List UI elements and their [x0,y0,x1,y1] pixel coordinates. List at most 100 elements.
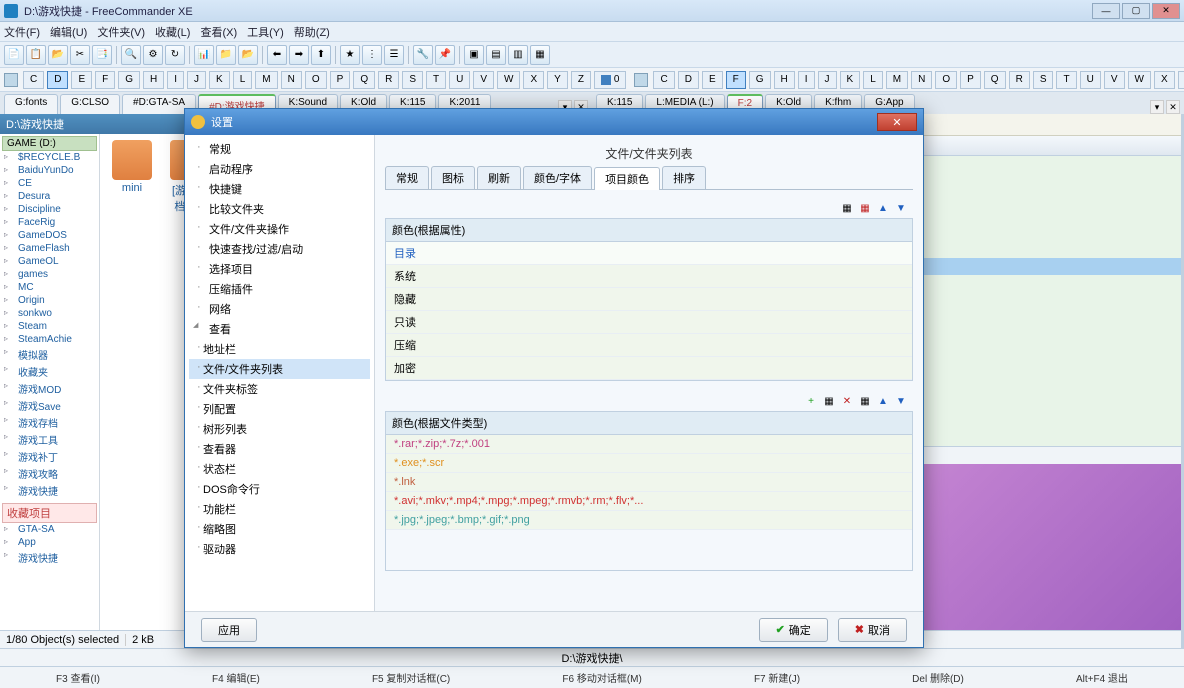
settings-nav-item[interactable]: 列配置 [189,399,370,419]
type-color-row[interactable]: *.avi;*.mkv;*.mp4;*.mpg;*.mpeg;*.rmvb;*.… [386,492,912,511]
drive-button[interactable]: F [95,71,115,89]
tree-item[interactable]: games [2,268,97,281]
tree-item[interactable]: 收藏夹 [2,363,97,380]
drive-button[interactable]: Z [571,71,591,89]
drive-button[interactable]: G [749,71,771,89]
drive-button[interactable]: F [726,71,746,89]
drive-button[interactable]: K [209,71,230,89]
drive-button[interactable]: H [774,71,795,89]
fnkey[interactable]: F7 新建(J) [754,670,800,685]
up-icon[interactable]: ▲ [875,200,891,216]
tree-item[interactable]: 游戏攻略 [2,465,97,482]
toolbar-button[interactable]: ✂ [70,45,90,65]
toolbar-button[interactable]: ▤ [486,45,506,65]
tree-item[interactable]: sonkwo [2,307,97,320]
delete2-icon[interactable]: ✕ [839,393,855,409]
settings-nav-item[interactable]: 快速查找/过滤/启动 [189,239,370,259]
settings-tab[interactable]: 排序 [662,166,706,189]
delete-icon[interactable]: ▦ [857,200,873,216]
fav-item[interactable]: 游戏快捷 [2,549,97,566]
close-button[interactable]: ✕ [1152,3,1180,19]
toolbar-button[interactable]: 📂 [238,45,258,65]
tree-item[interactable]: 游戏工具 [2,431,97,448]
toolbar-button[interactable]: 📊 [194,45,214,65]
tree-item[interactable]: SteamAchie [2,333,97,346]
attr-color-row[interactable]: 隐藏 [386,288,912,311]
attr-color-row[interactable]: 只读 [386,311,912,334]
settings-tab[interactable]: 常规 [385,166,429,189]
tree-item[interactable]: GameDOS [2,229,97,242]
drive-button[interactable]: S [402,71,423,89]
drive-button[interactable]: O [935,71,957,89]
fnkey[interactable]: F3 查看(I) [56,670,100,685]
settings-tab[interactable]: 颜色/字体 [523,166,592,189]
drive-button[interactable]: N [281,71,302,89]
down-icon[interactable]: ▼ [893,200,909,216]
drive-button[interactable]: X [1154,71,1175,89]
cancel-button[interactable]: ✖取消 [838,618,907,642]
toolbar-button[interactable]: 🔧 [413,45,433,65]
settings-nav-item[interactable]: 缩略图 [189,519,370,539]
toolbar-button[interactable]: 📋 [26,45,46,65]
drive-button[interactable]: L [863,71,883,89]
settings-nav-item[interactable]: 比较文件夹 [189,199,370,219]
fnkey[interactable]: F6 移动对话框(M) [562,670,641,685]
attr-color-row[interactable]: 压缩 [386,334,912,357]
menu-item[interactable]: 帮助(Z) [294,24,330,40]
tree-item[interactable]: BaiduYunDo [2,164,97,177]
down2-icon[interactable]: ▼ [893,393,909,409]
panel-tab[interactable]: G:CLSO [60,94,120,114]
drive-button[interactable]: X [523,71,544,89]
settings-nav-item[interactable]: 常规 [189,139,370,159]
toolbar-button[interactable]: 📄 [4,45,24,65]
copy-icon[interactable]: ▦ [857,393,873,409]
drive-button[interactable]: J [187,71,206,89]
maximize-button[interactable]: ▢ [1122,3,1150,19]
panel-tab[interactable]: G:fonts [4,94,58,114]
drive-button[interactable]: T [426,71,446,89]
toolbar-button[interactable]: ⋮ [362,45,382,65]
add-icon[interactable]: + [803,393,819,409]
settings-nav-item[interactable]: 查看 [189,319,370,339]
settings-nav-item[interactable]: 地址栏 [189,339,370,359]
drive-button[interactable]: M [886,71,908,89]
toolbar-button[interactable]: 📂 [48,45,68,65]
drive-button[interactable]: L [233,71,253,89]
toolbar-button[interactable]: 📁 [216,45,236,65]
toolbar-button[interactable]: 📌 [435,45,455,65]
drive-button[interactable]: S [1033,71,1054,89]
toolbar-button[interactable]: ☰ [384,45,404,65]
file-icon-item[interactable]: mini [104,138,160,210]
dialog-nav-tree[interactable]: 常规启动程序快捷键比较文件夹文件/文件夹操作快速查找/过滤/启动选择项目压缩插件… [185,135,375,611]
dialog-close-button[interactable]: ✕ [877,113,917,131]
fav-item[interactable]: GTA-SA [2,523,97,536]
type-color-row[interactable]: *.jpg;*.jpeg;*.bmp;*.gif;*.png [386,511,912,530]
favorites-header[interactable]: 收藏项目 [2,503,97,523]
type-color-row[interactable]: *.exe;*.scr [386,454,912,473]
tree-item[interactable]: 游戏补丁 [2,448,97,465]
menu-item[interactable]: 工具(Y) [247,24,284,40]
left-tree[interactable]: GAME (D:)$RECYCLE.BBaiduYunDoCEDesuraDis… [0,134,100,630]
tree-item[interactable]: MC [2,281,97,294]
toolbar-button[interactable]: ▣ [464,45,484,65]
settings-nav-item[interactable]: 文件/文件夹操作 [189,219,370,239]
drive-button[interactable]: J [818,71,837,89]
settings-nav-item[interactable]: 启动程序 [189,159,370,179]
settings-nav-item[interactable]: 查看器 [189,439,370,459]
settings-tab[interactable]: 图标 [431,166,475,189]
drive-button[interactable]: P [330,71,351,89]
menu-item[interactable]: 收藏(L) [155,24,190,40]
type-color-row[interactable]: *.lnk [386,473,912,492]
settings-nav-item[interactable]: 网络 [189,299,370,319]
drive-button[interactable]: U [1080,71,1101,89]
edit-icon[interactable]: ▦ [839,200,855,216]
toolbar-button[interactable]: ↻ [165,45,185,65]
toolbar-button[interactable]: ⬅ [267,45,287,65]
dialog-titlebar[interactable]: 设置 ✕ [185,109,923,135]
drive-button[interactable]: Y [547,71,568,89]
drive-button[interactable]: E [702,71,723,89]
tree-item[interactable]: GameOL [2,255,97,268]
drive-button[interactable]: K [840,71,861,89]
settings-nav-item[interactable]: DOS命令行 [189,479,370,499]
menu-item[interactable]: 文件夹(V) [97,24,145,40]
